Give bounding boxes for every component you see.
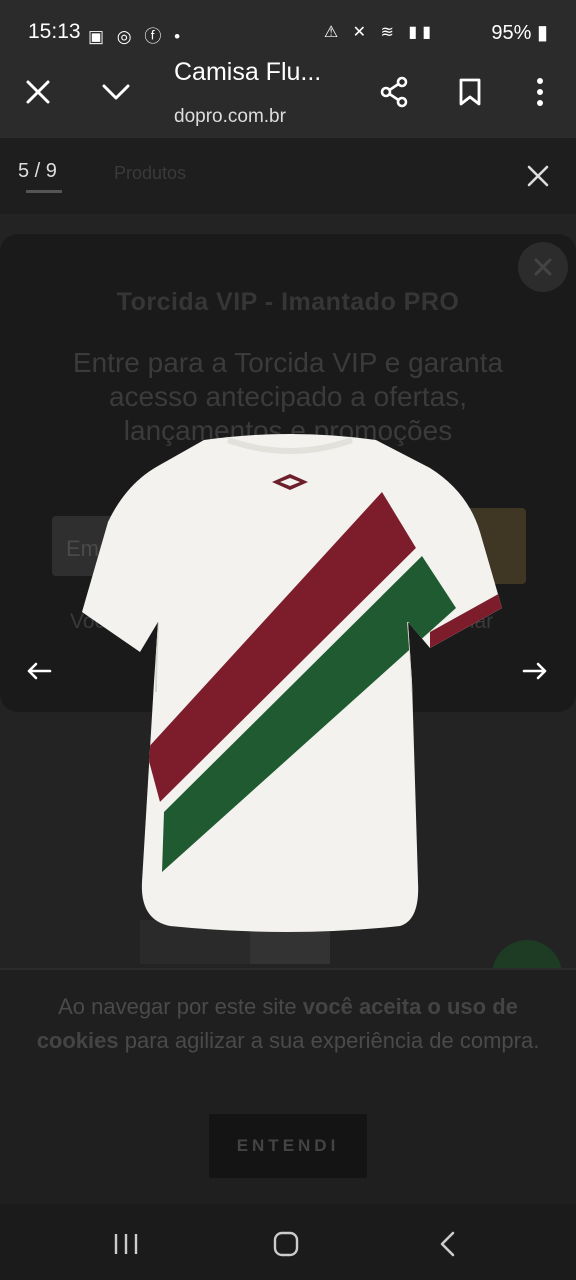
status-time: 15:13	[28, 20, 81, 43]
recents-icon	[114, 1234, 138, 1254]
more-vert-icon	[537, 78, 543, 106]
browser-toolbar: Camisa Flu... dopro.com.br	[0, 46, 576, 138]
page-url[interactable]: dopro.com.br	[174, 106, 286, 128]
product-image	[82, 434, 502, 932]
home-button[interactable]	[264, 1222, 308, 1266]
image-counter: 5 / 9	[18, 160, 57, 182]
close-gallery-button[interactable]	[518, 156, 558, 196]
minimize-button[interactable]	[96, 72, 136, 112]
bookmark-icon	[459, 78, 481, 106]
arrow-right-icon	[522, 662, 547, 680]
cookie-message: Ao navegar por este site você aceita o u…	[36, 994, 540, 1053]
next-image-button[interactable]	[510, 646, 560, 696]
recent-apps-button[interactable]	[104, 1222, 148, 1266]
notification-icons: ▣ ◎ ⓕ •	[88, 27, 185, 46]
bookmark-button[interactable]	[450, 72, 490, 112]
back-icon	[440, 1231, 455, 1257]
close-icon	[534, 258, 552, 276]
gallery-ghost-label: Produtos	[114, 163, 187, 183]
arrow-left-icon	[27, 662, 52, 680]
system-icons: ⚠ ✕ ≋ ▮▮	[323, 24, 436, 41]
more-options-button[interactable]	[520, 72, 560, 112]
gallery-header: 5 / 9 Produtos	[0, 138, 576, 214]
popup-title: Torcida VIP - Imantado PRO	[116, 288, 460, 316]
close-icon	[527, 165, 549, 187]
back-button[interactable]	[426, 1222, 470, 1266]
cookie-accept-button[interactable]: ENTENDI	[209, 1114, 367, 1178]
share-button[interactable]	[374, 72, 414, 112]
page-title: Camisa Flu...	[174, 58, 322, 86]
chevron-down-icon	[102, 84, 130, 100]
share-icon	[380, 76, 408, 108]
home-icon	[273, 1231, 299, 1257]
system-nav-bar	[0, 1204, 576, 1280]
close-tab-button[interactable]	[18, 72, 58, 112]
close-icon	[26, 80, 50, 104]
battery-level: 95% ▮	[491, 22, 548, 44]
popup-close-button[interactable]	[518, 242, 568, 292]
counter-underline	[26, 190, 62, 193]
prev-image-button[interactable]	[14, 646, 64, 696]
